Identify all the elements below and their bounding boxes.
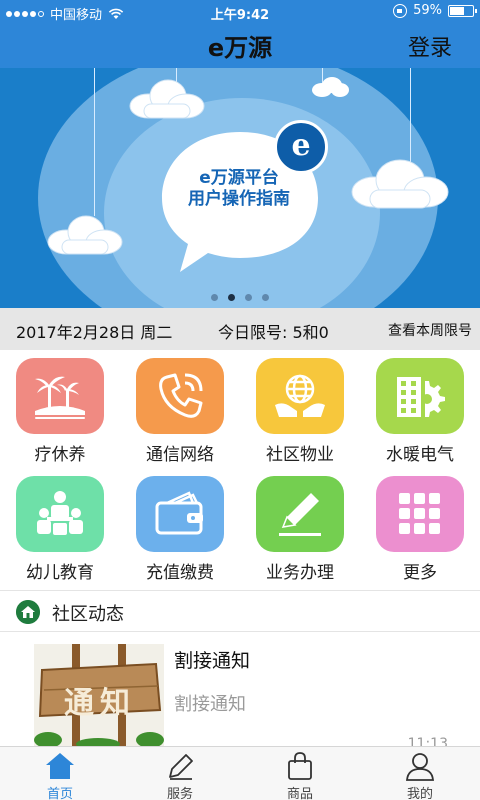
carousel-dot[interactable] xyxy=(245,294,252,301)
service-business[interactable]: 业务办理 xyxy=(240,468,360,584)
cloud-icon xyxy=(351,159,449,209)
phone-icon xyxy=(159,373,203,418)
wallet-icon xyxy=(155,491,203,535)
carousel-dot[interactable] xyxy=(211,294,218,301)
orientation-lock-icon xyxy=(393,3,408,18)
banner-carousel[interactable]: e万源平台 用户操作指南 e xyxy=(0,68,480,308)
e-logo-icon: e xyxy=(274,120,328,174)
service-label: 疗休养 xyxy=(34,445,86,465)
tab-label: 我的 xyxy=(406,787,433,800)
tab-products[interactable]: 商品 xyxy=(240,747,360,800)
tab-mine[interactable]: 我的 xyxy=(360,747,480,800)
palm-island-icon xyxy=(35,376,85,419)
carousel-dot-active[interactable] xyxy=(228,294,235,301)
top-bar: 中国移动 上午9:42 59% e万源 登录 xyxy=(0,0,480,68)
service-payment[interactable]: 充值缴费 xyxy=(120,468,240,584)
cloud-icon xyxy=(47,215,123,255)
shopping-bag-icon xyxy=(288,752,312,780)
news-title: 割接通知 xyxy=(174,650,251,672)
carousel-dot[interactable] xyxy=(262,294,269,301)
news-thumbnail: 通知 xyxy=(34,644,164,746)
today-plate-limit: 今日限号: 5和0 xyxy=(218,323,329,342)
service-label: 幼儿教育 xyxy=(26,563,94,583)
battery-icon xyxy=(448,4,477,17)
service-telecom[interactable]: 通信网络 xyxy=(120,350,240,466)
pen-icon xyxy=(169,754,193,780)
service-property[interactable]: 社区物业 xyxy=(240,350,360,466)
tab-services[interactable]: 服务 xyxy=(120,747,240,800)
service-label: 业务办理 xyxy=(266,563,334,583)
tab-home[interactable]: 首页 xyxy=(0,747,120,800)
service-utilities[interactable]: 水暖电气 xyxy=(360,350,480,466)
section-title: 社区动态 xyxy=(52,604,124,625)
service-label: 通信网络 xyxy=(146,445,214,465)
cloud-icon xyxy=(312,77,349,97)
building-gear-icon xyxy=(397,377,445,417)
traffic-limit-row: 2017年2月28日 周二 今日限号: 5和0 查看本周限号 xyxy=(0,308,480,350)
pencil-icon xyxy=(279,493,321,536)
week-limit-link[interactable]: 查看本周限号 xyxy=(388,320,472,340)
tab-bar: 首页 服务 商品 我的 xyxy=(0,746,480,800)
service-label: 充值缴费 xyxy=(146,563,214,583)
community-section-header: 社区动态 xyxy=(0,590,480,632)
user-icon xyxy=(406,753,434,781)
service-label: 水暖电气 xyxy=(386,445,454,465)
service-grid: 疗休养 通信网络 社区物业 水暖电气 幼儿教育 充值缴费 业务办理 更多 xyxy=(0,350,480,590)
cloud-icon xyxy=(129,79,205,119)
service-label: 社区物业 xyxy=(266,445,334,465)
globe-hands-icon xyxy=(275,374,325,417)
community-house-icon xyxy=(16,600,40,624)
service-label: 更多 xyxy=(403,563,437,583)
battery-percent: 59% xyxy=(413,3,442,18)
home-icon xyxy=(46,753,74,779)
classroom-icon xyxy=(37,491,83,535)
login-button[interactable]: 登录 xyxy=(408,30,452,62)
service-recuperation[interactable]: 疗休养 xyxy=(0,350,120,466)
banner-subheadline: 用户操作指南 xyxy=(188,189,290,209)
service-preschool[interactable]: 幼儿教育 xyxy=(0,468,120,584)
news-summary: 割接通知 xyxy=(174,694,246,715)
grid-icon xyxy=(399,493,440,534)
tab-label: 商品 xyxy=(286,787,313,800)
tab-label: 首页 xyxy=(46,787,73,800)
carousel-indicator[interactable] xyxy=(0,294,480,301)
tab-label: 服务 xyxy=(166,787,193,800)
thumbnail-text: 通知 xyxy=(64,686,136,721)
news-item[interactable]: 通知 割接通知 割接通知 11:13 xyxy=(0,632,480,752)
status-bar: 中国移动 上午9:42 59% xyxy=(0,0,480,24)
current-date: 2017年2月28日 周二 xyxy=(16,323,173,342)
service-more[interactable]: 更多 xyxy=(360,468,480,584)
